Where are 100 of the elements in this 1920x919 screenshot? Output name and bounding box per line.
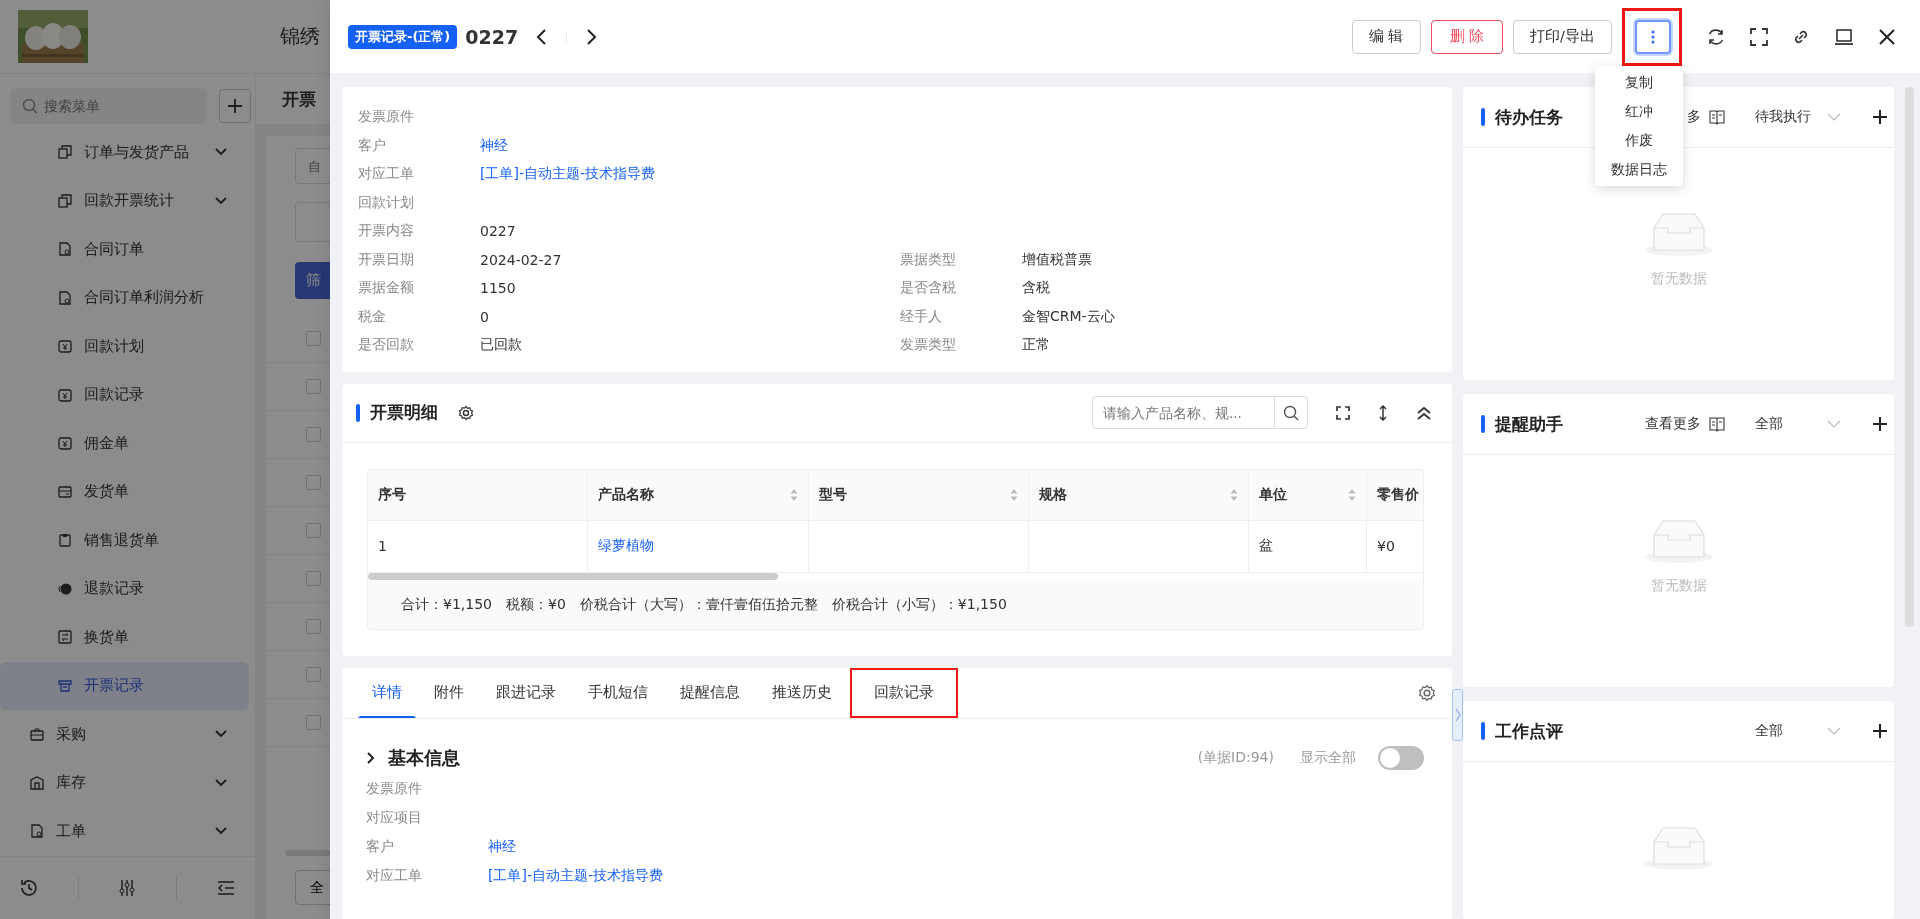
action-button[interactable]: 打印/导出 bbox=[1513, 19, 1612, 54]
search-field[interactable]: 请输入产品名称、规... bbox=[1092, 396, 1308, 429]
summary-text: 税额：¥0 bbox=[506, 595, 566, 614]
book-icon[interactable] bbox=[1709, 109, 1726, 125]
tab[interactable]: 详情 bbox=[358, 667, 416, 718]
field-label: 是否含税 bbox=[900, 279, 957, 298]
collapse-menu-icon[interactable] bbox=[215, 878, 236, 898]
row-checkbox[interactable] bbox=[306, 667, 321, 682]
field-value: 增值税普票 bbox=[1022, 250, 1092, 267]
menu-item[interactable]: 发货单 bbox=[0, 467, 249, 516]
row-checkbox[interactable] bbox=[306, 619, 321, 634]
refresh-icon[interactable] bbox=[1706, 26, 1726, 47]
swap-icon bbox=[58, 630, 72, 645]
fullscreen-icon[interactable] bbox=[1336, 405, 1350, 420]
collapse-icon[interactable] bbox=[1416, 405, 1432, 420]
tab[interactable]: 附件 bbox=[420, 667, 478, 718]
toggle-switch[interactable] bbox=[1378, 745, 1424, 770]
menu-item[interactable]: 退款记录 bbox=[0, 564, 249, 613]
view-more-link[interactable]: 查看更多 bbox=[1645, 415, 1702, 433]
row-checkbox[interactable] bbox=[306, 427, 321, 442]
table-cell[interactable]: 绿萝植物 bbox=[588, 520, 809, 572]
book-icon[interactable] bbox=[1709, 416, 1726, 432]
scrollbar[interactable] bbox=[368, 572, 778, 580]
field-label: 税金 bbox=[358, 307, 387, 326]
column-header[interactable]: 产品名称 bbox=[588, 469, 809, 520]
column-header[interactable]: 规格 bbox=[1029, 469, 1249, 520]
filter-field[interactable]: 自 bbox=[295, 148, 330, 184]
select-button[interactable]: 全 bbox=[295, 870, 330, 905]
filter-button[interactable]: 筛 bbox=[295, 262, 330, 299]
doc-icon bbox=[30, 824, 44, 839]
close-icon[interactable] bbox=[1878, 27, 1896, 46]
summary-text: 合计：¥1,150 bbox=[401, 595, 492, 614]
menu-item[interactable]: 换货单 bbox=[0, 613, 249, 662]
menu-item[interactable]: 数据日志 bbox=[1595, 155, 1683, 184]
tab[interactable]: 推送历史 bbox=[758, 667, 846, 718]
search-icon bbox=[22, 98, 38, 114]
menu-item[interactable]: 回款记录 bbox=[0, 370, 249, 419]
view-more-link[interactable]: 多 bbox=[1687, 108, 1702, 126]
menu-item[interactable]: 合同订单利润分析 bbox=[0, 273, 249, 322]
add-icon[interactable] bbox=[1872, 723, 1889, 739]
menu-item[interactable]: 库存 bbox=[0, 758, 249, 807]
search-input[interactable]: 请输入产品名称、规... bbox=[1093, 396, 1274, 429]
filter-select[interactable]: 待我执行 bbox=[1755, 108, 1842, 126]
filter-select[interactable]: 全部 bbox=[1755, 415, 1842, 433]
history-icon[interactable] bbox=[19, 878, 40, 898]
column-header: 零售价 bbox=[1367, 469, 1423, 520]
column-header: 序号 bbox=[368, 469, 588, 520]
action-button[interactable]: 编 辑 bbox=[1351, 19, 1421, 54]
section-title: 基本信息 bbox=[388, 745, 460, 770]
laptop-icon[interactable] bbox=[1834, 27, 1854, 46]
add-icon[interactable] bbox=[1872, 109, 1889, 125]
chevron-down-icon bbox=[215, 778, 227, 787]
action-button[interactable]: 删 除 bbox=[1430, 19, 1504, 54]
row-checkbox[interactable] bbox=[306, 331, 321, 346]
sliders-icon[interactable] bbox=[117, 878, 138, 898]
clip-icon bbox=[58, 533, 72, 548]
column-header[interactable]: 型号 bbox=[809, 469, 1029, 520]
empty-text: 暂无数据 bbox=[1650, 577, 1707, 595]
add-icon[interactable] bbox=[1872, 416, 1889, 432]
vertical-arrows-icon[interactable] bbox=[1378, 404, 1388, 421]
menu-item[interactable]: 红冲 bbox=[1595, 97, 1683, 126]
menu-item[interactable]: 销售退货单 bbox=[0, 516, 249, 565]
field-link[interactable]: [工单]-自动主题-技术指导费 bbox=[488, 867, 1424, 885]
menu-item[interactable]: 订单与发货产品 bbox=[0, 128, 249, 177]
row-checkbox[interactable] bbox=[306, 379, 321, 394]
settings-icon[interactable] bbox=[1418, 683, 1436, 702]
menu-item[interactable]: 佣金单 bbox=[0, 419, 249, 468]
row-checkbox[interactable] bbox=[306, 571, 321, 586]
search-field[interactable]: 搜索菜单 bbox=[10, 88, 207, 124]
tab[interactable]: 手机短信 bbox=[574, 667, 662, 718]
menu-item[interactable]: 采购 bbox=[0, 710, 249, 759]
expand-handle[interactable] bbox=[1452, 688, 1463, 741]
tab[interactable]: 跟进记录 bbox=[482, 667, 570, 718]
yen-icon bbox=[58, 436, 72, 451]
scrollbar[interactable] bbox=[1905, 87, 1914, 627]
settings-icon[interactable] bbox=[458, 404, 474, 421]
menu-item[interactable]: 回款开票统计 bbox=[0, 176, 249, 225]
column-header[interactable]: 单位 bbox=[1249, 469, 1367, 520]
menu-item[interactable]: 复制 bbox=[1595, 68, 1683, 97]
panel-title: 提醒助手 bbox=[1495, 412, 1563, 436]
filter-select[interactable]: 全部 bbox=[1755, 722, 1842, 740]
row-checkbox[interactable] bbox=[306, 475, 321, 490]
fullscreen-icon[interactable] bbox=[1750, 27, 1768, 46]
status-badge: 开票记录-(正常) bbox=[348, 24, 458, 49]
more-button[interactable] bbox=[1635, 19, 1671, 54]
add-button[interactable] bbox=[219, 89, 251, 123]
tab[interactable]: 回款记录 bbox=[850, 667, 958, 718]
field-link[interactable]: 神经 bbox=[488, 838, 1424, 856]
menu-item[interactable]: 回款计划 bbox=[0, 322, 249, 371]
toggle-label: 显示全部 bbox=[1300, 748, 1356, 767]
menu-item[interactable]: 工单 bbox=[0, 807, 249, 856]
menu-item[interactable]: 合同订单 bbox=[0, 225, 249, 274]
field-link[interactable]: 神经 bbox=[480, 136, 508, 153]
row-checkbox[interactable] bbox=[306, 715, 321, 730]
menu-item[interactable]: 作废 bbox=[1595, 126, 1683, 155]
chevron-right-icon[interactable] bbox=[366, 750, 376, 765]
field-link[interactable]: [工单]-自动主题-技术指导费 bbox=[480, 165, 656, 182]
row-checkbox[interactable] bbox=[306, 523, 321, 538]
tab[interactable]: 提醒信息 bbox=[666, 667, 754, 718]
menu-item[interactable]: 开票记录 bbox=[0, 661, 249, 710]
